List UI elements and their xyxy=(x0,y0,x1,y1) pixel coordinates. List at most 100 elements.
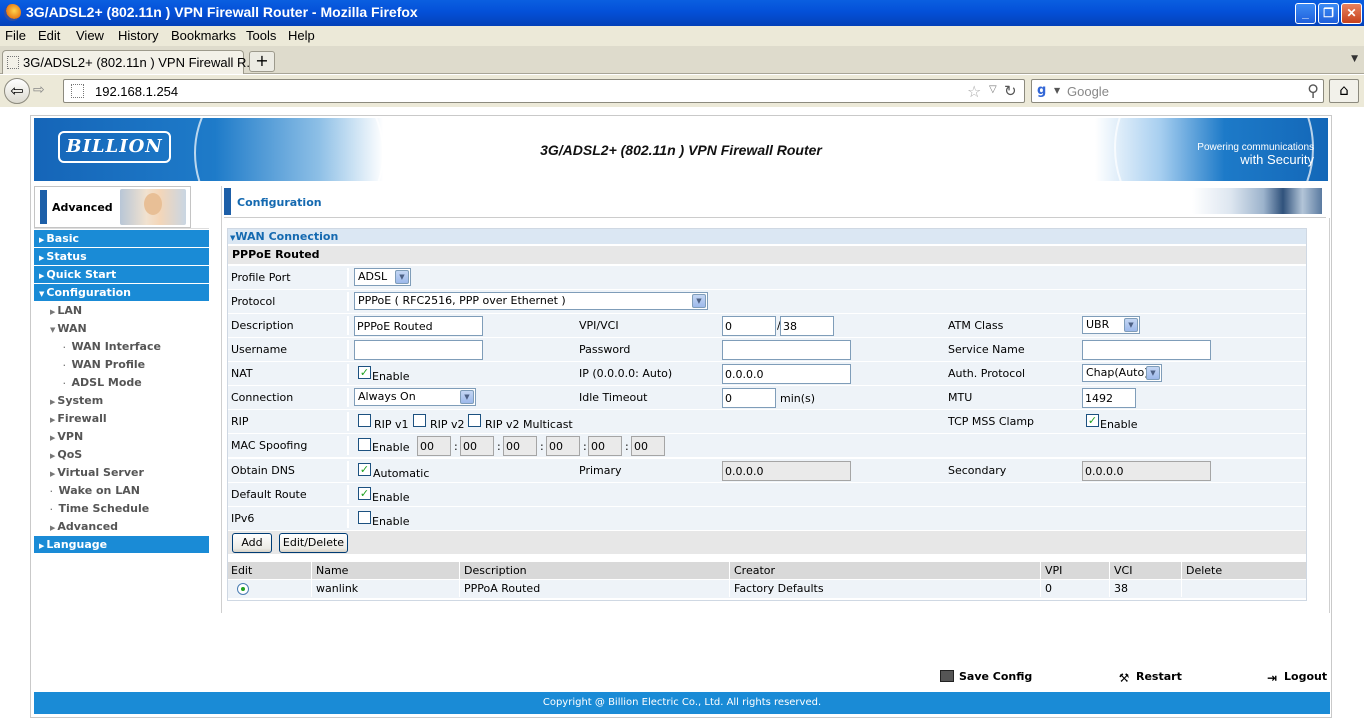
bookmark-star-icon[interactable]: ☆ xyxy=(967,82,981,101)
browser-tab[interactable]: 3G/ADSL2+ (802.11n ) VPN Firewall R... xyxy=(2,50,257,74)
search-placeholder[interactable]: Google xyxy=(1067,84,1109,99)
sidebar-item-basic[interactable]: ▶ Basic xyxy=(34,230,209,247)
mac-octet-1[interactable] xyxy=(417,436,451,456)
router-page: BILLION 3G/ADSL2+ (802.11n ) VPN Firewal… xyxy=(30,115,1332,718)
form-row-username: Username Password Service Name xyxy=(228,338,1306,361)
maximize-button[interactable]: ❐ xyxy=(1318,3,1339,24)
menu-file[interactable]: File xyxy=(5,28,26,43)
menu-edit[interactable]: Edit xyxy=(38,28,60,43)
sidebar-item-lan[interactable]: ▶ LAN xyxy=(34,302,209,320)
idle-timeout-input[interactable] xyxy=(722,388,776,408)
mac-octet-4[interactable] xyxy=(546,436,580,456)
google-icon[interactable]: g xyxy=(1037,83,1053,99)
default-route-checkbox[interactable]: ✓ xyxy=(358,487,371,500)
vpi-input[interactable] xyxy=(722,316,776,336)
close-button[interactable]: ✕ xyxy=(1341,3,1362,24)
sidebar-item-wan[interactable]: ▼ WAN xyxy=(34,320,209,338)
logout-link[interactable]: ⇥ Logout xyxy=(1265,670,1327,684)
connection-select[interactable]: Always On ▼ xyxy=(354,388,476,406)
mode-accent xyxy=(40,190,47,224)
edit-radio[interactable] xyxy=(237,583,249,595)
search-icon[interactable]: ⚲ xyxy=(1307,81,1319,100)
chevron-down-icon: ▼ xyxy=(1124,318,1138,332)
mac-spoof-checkbox[interactable] xyxy=(358,438,371,451)
sidebar-item-firewall[interactable]: ▶ Firewall xyxy=(34,410,209,428)
ipv6-checkbox[interactable] xyxy=(358,511,371,524)
menu-bookmarks[interactable]: Bookmarks xyxy=(171,28,236,43)
sidebar-item-language[interactable]: ▶ Language xyxy=(34,536,209,553)
rip-v2-multicast-checkbox[interactable] xyxy=(468,414,481,427)
sidebar-item-status[interactable]: ▶ Status xyxy=(34,248,209,265)
profile-port-select[interactable]: ADSL ▼ xyxy=(354,268,411,286)
sidebar-item-quick-start[interactable]: ▶ Quick Start xyxy=(34,266,209,283)
select-value: Chap(Auto) xyxy=(1086,366,1149,379)
sidebar-item-qos[interactable]: ▶ QoS xyxy=(34,446,209,464)
protocol-select[interactable]: PPPoE ( RFC2516, PPP over Ethernet ) ▼ xyxy=(354,292,708,310)
tab-list-icon[interactable]: ▼ xyxy=(1351,54,1358,64)
vci-input[interactable] xyxy=(780,316,834,336)
mac-octet-2[interactable] xyxy=(460,436,494,456)
sidebar-item-configuration[interactable]: ▼ Configuration xyxy=(34,284,209,301)
dns-auto-checkbox[interactable]: ✓ xyxy=(358,463,371,476)
add-button[interactable]: Add xyxy=(232,533,272,553)
search-engine-dropdown-icon[interactable]: ▼ xyxy=(1054,86,1060,95)
minimize-button[interactable]: _ xyxy=(1295,3,1316,24)
tab-label: 3G/ADSL2+ (802.11n ) VPN Firewall R... xyxy=(23,55,258,70)
section-header[interactable]: ▼WAN Connection xyxy=(228,229,1306,244)
history-dropdown-icon[interactable]: ▽ xyxy=(989,84,997,95)
rip-v1-checkbox[interactable] xyxy=(358,414,371,427)
description-input[interactable] xyxy=(354,316,483,336)
sidebar-item-system[interactable]: ▶ System xyxy=(34,392,209,410)
secondary-dns-input[interactable] xyxy=(1082,461,1211,481)
ip-input[interactable] xyxy=(722,364,851,384)
sidebar-item-virtual-server[interactable]: ▶ Virtual Server xyxy=(34,464,209,482)
tcp-mss-checkbox[interactable]: ✓ xyxy=(1086,414,1099,427)
label-profile-port: Profile Port xyxy=(228,266,349,289)
restart-link[interactable]: ⚒ Restart xyxy=(1117,670,1182,684)
rip-v1-label: RIP v1 xyxy=(374,418,409,431)
sidebar-item-adsl-mode[interactable]: · ADSL Mode xyxy=(34,374,209,392)
sidebar-item-wan-profile[interactable]: · WAN Profile xyxy=(34,356,209,374)
idle-timeout-unit: min(s) xyxy=(780,392,816,405)
save-config-link[interactable]: Save Config xyxy=(940,670,1032,683)
username-input[interactable] xyxy=(354,340,483,360)
logout-label: Logout xyxy=(1284,670,1328,683)
address-bar[interactable]: 192.168.1.254 ☆ ▽ ↻ xyxy=(63,79,1025,103)
label-protocol: Protocol xyxy=(228,290,349,313)
subsection-header: PPPoE Routed xyxy=(228,246,1306,264)
home-button[interactable]: ⌂ xyxy=(1329,79,1359,103)
site-identity-icon[interactable] xyxy=(71,84,84,98)
nat-checkbox[interactable]: ✓ xyxy=(358,366,371,379)
mac-octet-3[interactable] xyxy=(503,436,537,456)
service-name-input[interactable] xyxy=(1082,340,1211,360)
menu-view[interactable]: View xyxy=(76,28,104,43)
menu-tools[interactable]: Tools xyxy=(246,28,276,43)
sidebar-item-label: Basic xyxy=(46,232,80,245)
sidebar-item-vpn[interactable]: ▶ VPN xyxy=(34,428,209,446)
label-rip: RIP xyxy=(228,410,349,433)
sidebar-item-wan-interface[interactable]: · WAN Interface xyxy=(34,338,209,356)
mac-octet-6[interactable] xyxy=(631,436,665,456)
rip-v2-checkbox[interactable] xyxy=(413,414,426,427)
sidebar-item-advanced[interactable]: ▶ Advanced xyxy=(34,518,209,536)
search-bar[interactable]: g ▼ Google ⚲ xyxy=(1031,79,1324,103)
auth-protocol-select[interactable]: Chap(Auto) ▼ xyxy=(1082,364,1162,382)
edit-delete-button[interactable]: Edit/Delete xyxy=(279,533,348,553)
url-text[interactable]: 192.168.1.254 xyxy=(95,84,178,99)
sidebar-item-time-schedule[interactable]: · Time Schedule xyxy=(34,500,209,518)
label-secondary-dns: Secondary xyxy=(948,464,1007,477)
atm-class-select[interactable]: UBR ▼ xyxy=(1082,316,1140,334)
mtu-input[interactable] xyxy=(1082,388,1136,408)
menu-help[interactable]: Help xyxy=(288,28,315,43)
reload-icon[interactable]: ↻ xyxy=(1004,82,1017,100)
back-button[interactable]: ⇦ xyxy=(4,78,30,104)
mac-octet-5[interactable] xyxy=(588,436,622,456)
password-input[interactable] xyxy=(722,340,851,360)
new-tab-button[interactable]: + xyxy=(249,51,275,72)
sidebar-item-wake-on-lan[interactable]: · Wake on LAN xyxy=(34,482,209,500)
primary-dns-input[interactable] xyxy=(722,461,851,481)
slogan: Powering communications with Security xyxy=(1197,142,1314,168)
forward-button[interactable]: ⇨ xyxy=(33,82,45,98)
firefox-icon xyxy=(4,4,21,21)
menu-history[interactable]: History xyxy=(118,28,158,43)
